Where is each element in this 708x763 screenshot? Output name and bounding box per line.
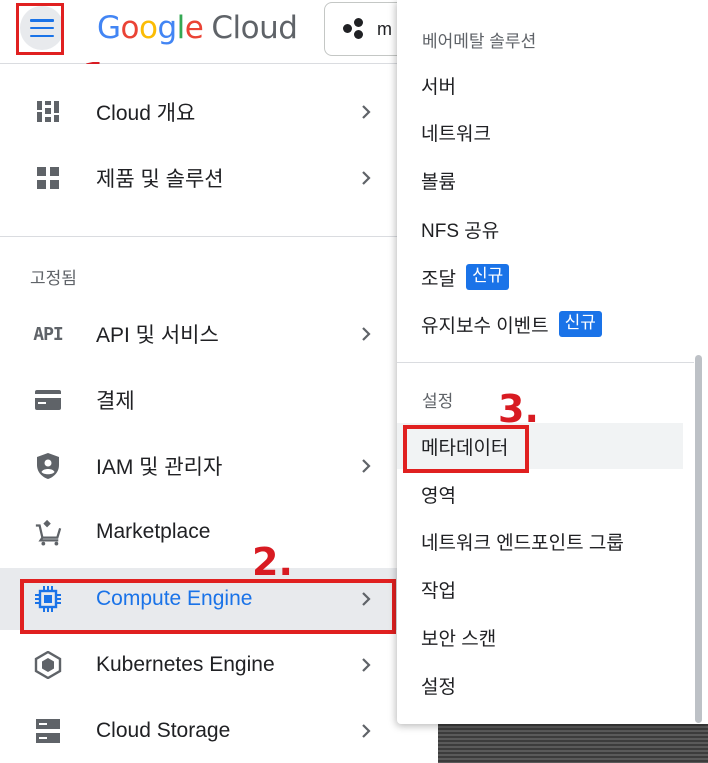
nav-item-compute-engine[interactable]: Compute Engine [0,568,398,630]
submenu-item-servers[interactable]: 서버 [397,62,683,108]
submenu-item-procurement[interactable]: 조달 신규 [397,254,683,300]
nav-item-label: IAM 및 관리자 [96,456,223,479]
submenu-scrollbar[interactable] [695,355,702,723]
nav-item-billing[interactable]: 결제 [0,374,398,426]
background-strip [438,724,708,763]
submenu-item-volumes[interactable]: 볼륨 [397,157,683,203]
grid-icon [34,164,62,192]
submenu-item-network[interactable]: 네트워크 [397,109,683,155]
new-badge: 신규 [558,311,602,337]
chip-icon [34,585,62,613]
submenu-item-network-endpoint-groups[interactable]: 네트워크 엔드포인트 그룹 [397,518,683,564]
nav-item-cloud-storage[interactable]: Cloud Storage [0,705,398,757]
nav-item-label: Marketplace [96,520,211,543]
nav-item-kubernetes-engine[interactable]: Kubernetes Engine [0,639,398,691]
chevron-right-icon [356,721,376,741]
submenu-item-operations[interactable]: 작업 [397,566,683,612]
submenu-item-maintenance-events[interactable]: 유지보수 이벤트 신규 [397,301,683,347]
nav-item-label: Kubernetes Engine [96,653,275,676]
submenu-item-security-scan[interactable]: 보안 스캔 [397,614,683,660]
hamburger-menu-icon [30,19,54,37]
new-badge: 신규 [465,264,510,290]
chevron-right-icon [356,456,376,476]
submenu-item-zones[interactable]: 영역 [397,471,683,517]
nav-item-label: Compute Engine [96,587,253,610]
project-hexagon-dots-icon [343,18,365,40]
submenu-item-metadata[interactable]: 메타데이터 [397,423,683,469]
nav-item-marketplace[interactable]: Marketplace [0,506,398,558]
step2-label: 2. [252,540,293,584]
submenu-section-header: 베어메탈 솔루션 [422,32,537,51]
nav-item-label: 결제 [96,390,135,413]
nav-item-label: API 및 서비스 [96,324,219,347]
submenu-item-settings[interactable]: 설정 [397,662,683,708]
chevron-right-icon [356,589,376,609]
nav-item-api-services[interactable]: API API 및 서비스 [0,308,398,360]
project-name: m [377,18,392,39]
dashboard-icon [34,98,62,126]
nav-item-label: Cloud Storage [96,719,231,742]
step3-label: 3. [498,387,539,431]
chevron-right-icon [356,655,376,675]
chevron-right-icon [356,168,376,188]
chevron-right-icon [356,324,376,344]
pinned-section-header: 고정됨 [30,269,77,288]
left-navigation: Cloud 개요 제품 및 솔루션 고정됨 API API 및 서비스 결제 I… [0,64,398,763]
nav-divider [0,236,398,237]
nav-item-label: Cloud 개요 [96,102,196,125]
submenu-divider [397,362,694,363]
main-menu-button[interactable] [20,6,64,50]
submenu-section-header: 설정 [422,392,454,411]
shield-icon [34,452,62,480]
google-cloud-logo[interactable]: Google Cloud [97,10,298,46]
hexagon-icon [34,651,62,679]
nav-item-cloud-overview[interactable]: Cloud 개요 [0,86,398,138]
chevron-right-icon [356,102,376,122]
cart-icon [34,518,62,546]
compute-engine-submenu: 베어메탈 솔루션 서버 네트워크 볼륨 NFS 공유 조달 신규 유지보수 이벤… [397,0,708,724]
nav-item-iam-admin[interactable]: IAM 및 관리자 [0,440,398,492]
storage-icon [34,717,62,745]
nav-item-products-solutions[interactable]: 제품 및 솔루션 [0,152,398,204]
billing-card-icon [34,386,62,414]
nav-item-label: 제품 및 솔루션 [96,168,224,191]
api-icon: API [33,323,64,345]
submenu-item-nfs-shares[interactable]: NFS 공유 [397,206,683,252]
